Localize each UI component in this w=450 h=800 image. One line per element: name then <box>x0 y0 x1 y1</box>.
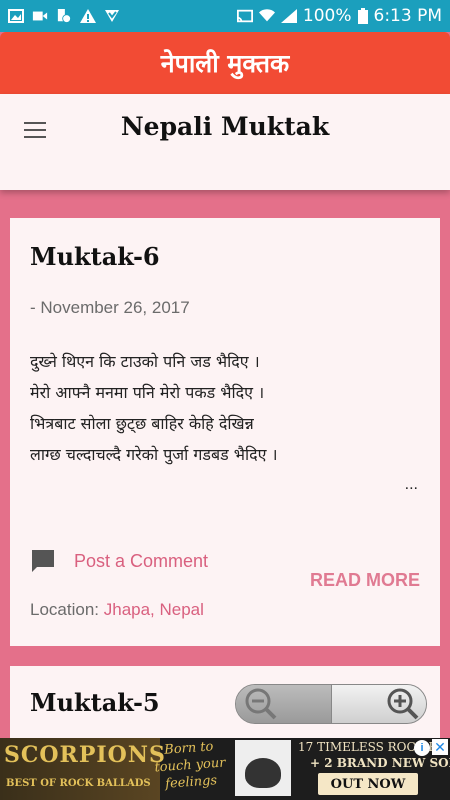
clock: 6:13 PM <box>373 6 443 26</box>
zoom-out-button[interactable] <box>236 685 331 723</box>
cast-icon <box>236 9 253 23</box>
battery-icon <box>357 8 368 24</box>
zoom-in-icon <box>387 688 419 720</box>
ad-headline-2: + 2 BRAND NEW SONGS <box>310 756 450 770</box>
poem-line: मेरो आफ्नै मनमा पनि मेरो पकड भैदिए । <box>30 383 265 402</box>
ad-artwork: SCORPIONS BEST OF ROCK BALLADS <box>0 738 165 800</box>
zoom-in-button[interactable] <box>331 685 426 723</box>
ad-cta-button[interactable]: OUT NOW <box>318 773 418 795</box>
phone-clock-icon <box>57 9 71 23</box>
location-label: Location: <box>30 600 99 619</box>
post-date: - November 26, 2017 <box>30 298 190 317</box>
ad-info-icon[interactable]: i <box>414 740 430 756</box>
read-more-link[interactable]: READ MORE <box>310 570 420 591</box>
post-title[interactable]: Muktak-5 <box>30 688 160 717</box>
photo-icon <box>8 9 24 23</box>
battery-percent: 100% <box>302 6 352 26</box>
comment-label: Post a Comment <box>74 550 209 571</box>
signal-icon <box>280 9 297 23</box>
poem-line: भित्रबाट सोला छुट्छ बाहिर केहि देखिन्न <box>30 414 254 433</box>
app-title: नेपाली मुक्तक <box>160 49 290 78</box>
ad-brand: SCORPIONS <box>4 742 166 768</box>
app-bar: नेपाली मुक्तक <box>0 32 450 94</box>
wifi-icon <box>258 9 275 22</box>
blog-title[interactable]: Nepali Muktak <box>0 112 450 141</box>
post-comment-link[interactable]: Post a Comment <box>30 548 208 574</box>
snippet-ellipsis: ... <box>404 476 418 493</box>
comment-icon <box>32 550 54 572</box>
post-title[interactable]: Muktak-6 <box>30 242 160 271</box>
location-link[interactable]: Jhapa, Nepal <box>104 600 204 619</box>
post-snippet: दुख्ने थिएन कि टाउको पनि जड भैदिए । मेरो… <box>30 346 430 470</box>
status-notification-icons <box>8 9 120 23</box>
ad-close-icon[interactable]: ✕ <box>432 739 448 755</box>
download-check-icon <box>105 10 119 22</box>
warning-icon <box>80 9 96 23</box>
zoom-out-icon <box>245 688 277 720</box>
blog-header: Nepali Muktak <box>0 94 450 190</box>
post-location: Location: Jhapa, Nepal <box>30 600 204 620</box>
ad-script-text: Born to touch your feelings <box>154 739 226 792</box>
poem-line: लाग्छ चल्दाचल्दै गरेको पुर्जा गडबड भैदिए… <box>30 445 278 464</box>
zoom-control <box>235 684 427 724</box>
status-bar: 100% 6:13 PM <box>0 0 450 32</box>
poem-line: दुख्ने थिएन कि टाउको पनि जड भैदिए । <box>30 352 260 371</box>
status-system-icons: 100% 6:13 PM <box>236 6 443 26</box>
ad-subtitle: BEST OF ROCK BALLADS <box>6 778 151 789</box>
ad-banner[interactable]: SCORPIONS BEST OF ROCK BALLADS Born to t… <box>0 738 450 800</box>
video-icon <box>32 11 48 21</box>
post-card: Muktak-6 - November 26, 2017 दुख्ने थिएन… <box>10 218 440 646</box>
ad-album-cover <box>235 740 291 796</box>
